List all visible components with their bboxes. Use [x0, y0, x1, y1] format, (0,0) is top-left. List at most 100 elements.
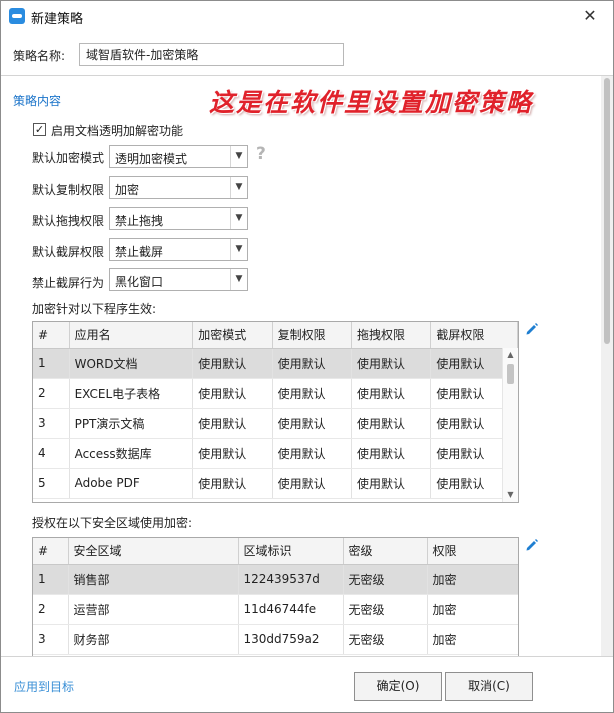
close-icon[interactable]: ✕ — [567, 1, 613, 32]
app-logo-icon — [9, 8, 25, 24]
window-title: 新建策略 — [31, 12, 84, 27]
zones-caption: 授权在以下安全区域使用加密: — [32, 516, 193, 530]
ok-button[interactable]: 确定(O) — [354, 672, 442, 701]
screenshot-block-behavior-label: 禁止截屏行为 — [32, 276, 105, 290]
default-copy-permission-label: 默认复制权限 — [32, 183, 105, 197]
default-drag-permission-label: 默认拖拽权限 — [32, 214, 105, 228]
table-cell: 2 — [33, 378, 70, 409]
default-encrypt-mode-label: 默认加密模式 — [32, 151, 105, 165]
table-row[interactable]: 1 WORD文档 使用默认 使用默认 使用默认 使用默认 — [33, 348, 518, 379]
column-header[interactable]: # — [33, 322, 70, 349]
default-encrypt-mode-select[interactable]: 透明加密模式 ▼ — [109, 145, 248, 168]
column-header[interactable]: 安全区域 — [68, 538, 239, 565]
chevron-down-icon[interactable]: ▼ — [230, 177, 247, 198]
table-row[interactable]: 4 Access数据库 使用默认 使用默认 使用默认 使用默认 — [33, 438, 518, 469]
default-screenshot-permission-select[interactable]: 禁止截屏 ▼ — [109, 238, 248, 261]
chevron-down-icon[interactable]: ▼ — [230, 208, 247, 229]
table-cell: 使用默认 — [192, 408, 273, 439]
table-cell: EXCEL电子表格 — [69, 378, 194, 409]
cancel-button[interactable]: 取消(C) — [445, 672, 533, 701]
apply-to-target-link[interactable]: 应用到目标 — [14, 678, 74, 695]
table-cell: 使用默认 — [192, 468, 273, 499]
table-row[interactable]: 2 运营部 11d46744fe 无密级 加密 — [33, 594, 518, 625]
policy-name-label: 策略名称: — [13, 49, 66, 63]
table-cell: 使用默认 — [272, 348, 353, 379]
table-cell: 无密级 — [343, 594, 428, 625]
default-drag-permission-select[interactable]: 禁止拖拽 ▼ — [109, 207, 248, 230]
default-screenshot-permission-label: 默认截屏权限 — [32, 245, 105, 259]
table-cell: 使用默认 — [272, 468, 353, 499]
table-cell: 加密 — [427, 564, 518, 595]
pencil-icon[interactable] — [525, 538, 539, 552]
policy-content-area: 策略内容 这是在软件里设置加密策略 ✓ 启用文档透明加解密功能 默认加密模式 透… — [1, 76, 601, 656]
table-cell: 运营部 — [68, 594, 239, 625]
screenshot-block-behavior-select[interactable]: 黑化窗口 ▼ — [109, 268, 248, 291]
table-cell: 3 — [33, 408, 70, 439]
table-cell: 使用默认 — [351, 408, 432, 439]
table-row[interactable]: 2 EXCEL电子表格 使用默认 使用默认 使用默认 使用默认 — [33, 378, 518, 409]
programs-header-row: # 应用名 加密模式 复制权限 拖拽权限 截屏权限 — [33, 322, 518, 349]
zones-header-row: # 安全区域 区域标识 密级 权限 — [33, 538, 518, 565]
default-screenshot-permission-value: 禁止截屏 — [115, 245, 164, 259]
column-header[interactable]: 权限 — [427, 538, 518, 565]
table-cell: 1 — [33, 564, 69, 595]
content-scrollbar[interactable] — [601, 76, 613, 656]
table-cell: 使用默认 — [272, 378, 353, 409]
scroll-down-icon[interactable]: ▼ — [503, 488, 518, 502]
table-cell: 使用默认 — [351, 348, 432, 379]
scroll-thumb[interactable] — [604, 78, 610, 344]
scroll-up-icon[interactable]: ▲ — [503, 348, 518, 362]
table-cell: 5 — [33, 468, 70, 499]
policy-dialog: 新建策略 ✕ 策略名称: 策略内容 这是在软件里设置加密策略 ✓ 启用文档透明加… — [0, 0, 614, 713]
table-cell: PPT演示文稿 — [69, 408, 194, 439]
table-cell: 财务部 — [68, 624, 239, 655]
question-mark-icon[interactable]: ? — [256, 144, 266, 164]
table-cell: 122439537d — [238, 564, 344, 595]
table-cell: 11d46744fe — [238, 594, 344, 625]
table-cell: 4 — [33, 438, 70, 469]
table-row[interactable]: 3 PPT演示文稿 使用默认 使用默认 使用默认 使用默认 — [33, 408, 518, 439]
chevron-down-icon[interactable]: ▼ — [230, 269, 247, 290]
column-header[interactable]: 应用名 — [69, 322, 194, 349]
screenshot-block-behavior-value: 黑化窗口 — [115, 275, 164, 289]
table-cell: WORD文档 — [69, 348, 194, 379]
table-cell: 3 — [33, 624, 69, 655]
programs-table: # 应用名 加密模式 复制权限 拖拽权限 截屏权限 1 WORD文档 使用默认 … — [32, 321, 519, 503]
column-header[interactable]: # — [33, 538, 69, 565]
column-header[interactable]: 拖拽权限 — [351, 322, 432, 349]
default-copy-permission-value: 加密 — [115, 183, 140, 197]
scroll-thumb[interactable] — [507, 364, 514, 384]
policy-name-input[interactable] — [79, 43, 344, 66]
programs-grid: # 应用名 加密模式 复制权限 拖拽权限 截屏权限 1 WORD文档 使用默认 … — [33, 322, 518, 499]
annotation-caption: 这是在软件里设置加密策略 — [209, 88, 534, 117]
table-row[interactable]: 5 Adobe PDF 使用默认 使用默认 使用默认 使用默认 — [33, 468, 518, 499]
programs-scrollbar[interactable]: ▲ ▼ — [502, 348, 518, 502]
table-cell: 加密 — [427, 624, 518, 655]
table-cell: 销售部 — [68, 564, 239, 595]
chevron-down-icon[interactable]: ▼ — [230, 146, 247, 167]
pencil-icon[interactable] — [525, 322, 539, 336]
table-cell: 加密 — [427, 594, 518, 625]
table-cell: 使用默认 — [192, 378, 273, 409]
chevron-down-icon[interactable]: ▼ — [230, 239, 247, 260]
section-title: 策略内容 — [13, 94, 62, 108]
table-cell: 无密级 — [343, 564, 428, 595]
column-header[interactable]: 截屏权限 — [430, 322, 518, 349]
table-cell: 130dd759a2 — [238, 624, 344, 655]
default-encrypt-mode-value: 透明加密模式 — [115, 152, 188, 166]
table-cell: 使用默认 — [272, 438, 353, 469]
table-cell: 1 — [33, 348, 70, 379]
table-cell: 使用默认 — [351, 378, 432, 409]
column-header[interactable]: 复制权限 — [272, 322, 353, 349]
table-cell: 无密级 — [343, 624, 428, 655]
table-cell: 使用默认 — [192, 348, 273, 379]
column-header[interactable]: 区域标识 — [238, 538, 344, 565]
enable-transparent-label: 启用文档透明加解密功能 — [51, 124, 184, 138]
table-cell: 使用默认 — [351, 468, 432, 499]
default-copy-permission-select[interactable]: 加密 ▼ — [109, 176, 248, 199]
column-header[interactable]: 密级 — [343, 538, 428, 565]
enable-transparent-checkbox[interactable]: ✓ — [33, 123, 46, 136]
table-row[interactable]: 3 财务部 130dd759a2 无密级 加密 — [33, 624, 518, 655]
column-header[interactable]: 加密模式 — [192, 322, 273, 349]
table-row[interactable]: 1 销售部 122439537d 无密级 加密 — [33, 564, 518, 595]
